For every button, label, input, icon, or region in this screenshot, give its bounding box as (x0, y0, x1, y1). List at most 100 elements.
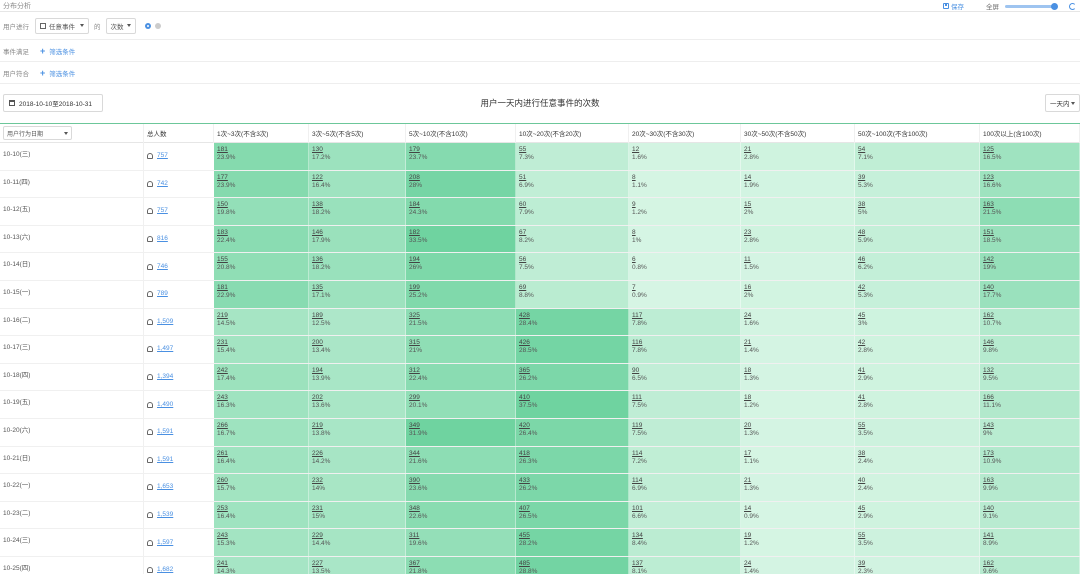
bucket-count-link[interactable]: 253 (217, 505, 308, 513)
bucket-count-link[interactable]: 200 (312, 339, 405, 347)
add-user-condition-button[interactable]: + 筛选条件 (40, 68, 75, 78)
bucket-count-link[interactable]: 17 (744, 450, 854, 458)
total-users-link[interactable]: 1,682 (157, 566, 173, 574)
bucket-count-link[interactable]: 135 (312, 284, 405, 292)
bucket-count-link[interactable]: 311 (409, 532, 515, 540)
column-header[interactable]: 100次以上(含100次) (980, 123, 1080, 143)
bucket-count-link[interactable]: 226 (312, 450, 405, 458)
bucket-count-link[interactable]: 194 (312, 367, 405, 375)
bucket-count-link[interactable]: 51 (519, 174, 628, 182)
total-users-link[interactable]: 1,509 (157, 318, 173, 326)
bucket-count-link[interactable]: 189 (312, 312, 405, 320)
event-select[interactable]: 任意事件 (35, 17, 89, 34)
column-header[interactable]: 5次~10次(不含10次) (406, 123, 516, 143)
bucket-count-link[interactable]: 119 (632, 422, 740, 430)
bucket-count-link[interactable]: 123 (983, 174, 1079, 182)
bucket-count-link[interactable]: 41 (858, 367, 979, 375)
bucket-count-link[interactable]: 90 (632, 367, 740, 375)
bucket-count-link[interactable]: 146 (983, 339, 1079, 347)
bucket-count-link[interactable]: 20 (744, 422, 854, 430)
bucket-count-link[interactable]: 151 (983, 229, 1079, 237)
bucket-count-link[interactable]: 420 (519, 422, 628, 430)
bucket-count-link[interactable]: 162 (983, 560, 1079, 568)
bucket-count-link[interactable]: 418 (519, 450, 628, 458)
bucket-count-link[interactable]: 39 (858, 560, 979, 568)
bucket-count-link[interactable]: 455 (519, 532, 628, 540)
bucket-count-link[interactable]: 349 (409, 422, 515, 430)
bucket-count-link[interactable]: 184 (409, 201, 515, 209)
bucket-count-link[interactable]: 163 (983, 477, 1079, 485)
bucket-count-link[interactable]: 14 (744, 174, 854, 182)
bucket-count-link[interactable]: 231 (217, 339, 308, 347)
total-users-link[interactable]: 1,591 (157, 428, 173, 436)
bucket-count-link[interactable]: 232 (312, 477, 405, 485)
total-users-link[interactable]: 1,490 (157, 401, 173, 409)
bucket-count-link[interactable]: 181 (217, 284, 308, 292)
bucket-count-link[interactable]: 260 (217, 477, 308, 485)
bucket-count-link[interactable]: 315 (409, 339, 515, 347)
total-users-link[interactable]: 1,597 (157, 539, 173, 547)
add-event-condition-button[interactable]: + 筛选条件 (40, 46, 75, 56)
bucket-count-link[interactable]: 56 (519, 256, 628, 264)
bucket-count-link[interactable]: 18 (744, 394, 854, 402)
bucket-count-link[interactable]: 426 (519, 339, 628, 347)
bucket-count-link[interactable]: 14 (744, 505, 854, 513)
bucket-count-link[interactable]: 101 (632, 505, 740, 513)
bucket-count-link[interactable]: 125 (983, 146, 1079, 154)
bucket-count-link[interactable]: 202 (312, 394, 405, 402)
bucket-count-link[interactable]: 166 (983, 394, 1079, 402)
bucket-count-link[interactable]: 163 (983, 201, 1079, 209)
column-header[interactable]: 3次~5次(不含5次) (309, 123, 406, 143)
bucket-count-link[interactable]: 130 (312, 146, 405, 154)
bucket-count-link[interactable]: 433 (519, 477, 628, 485)
bucket-count-link[interactable]: 136 (312, 256, 405, 264)
bucket-count-link[interactable]: 7 (632, 284, 740, 292)
bucket-count-link[interactable]: 140 (983, 284, 1079, 292)
bucket-count-link[interactable]: 67 (519, 229, 628, 237)
bucket-count-link[interactable]: 45 (858, 312, 979, 320)
bucket-count-link[interactable]: 122 (312, 174, 405, 182)
zoom-slider[interactable] (1005, 2, 1058, 10)
bucket-count-link[interactable]: 162 (983, 312, 1079, 320)
bucket-count-link[interactable]: 229 (312, 532, 405, 540)
bucket-count-link[interactable]: 45 (858, 505, 979, 513)
dimension-select[interactable]: 用户行为日期 (3, 126, 72, 140)
bucket-count-link[interactable]: 367 (409, 560, 515, 568)
bucket-count-link[interactable]: 16 (744, 284, 854, 292)
total-users-link[interactable]: 1,497 (157, 345, 173, 353)
measure-select[interactable]: 次数 (105, 17, 136, 34)
bucket-count-link[interactable]: 19 (744, 532, 854, 540)
bucket-count-link[interactable]: 299 (409, 394, 515, 402)
help-icon[interactable] (154, 22, 161, 29)
bucket-count-link[interactable]: 55 (519, 146, 628, 154)
column-header[interactable]: 50次~100次(不含100次) (855, 123, 980, 143)
bucket-count-link[interactable]: 261 (217, 450, 308, 458)
bucket-count-link[interactable]: 410 (519, 394, 628, 402)
bucket-count-link[interactable]: 390 (409, 477, 515, 485)
bucket-count-link[interactable]: 12 (632, 146, 740, 154)
bucket-count-link[interactable]: 194 (409, 256, 515, 264)
bucket-count-link[interactable]: 266 (217, 422, 308, 430)
bucket-count-link[interactable]: 40 (858, 477, 979, 485)
column-header[interactable]: 30次~50次(不含50次) (741, 123, 855, 143)
bucket-count-link[interactable]: 242 (217, 367, 308, 375)
total-users-link[interactable]: 816 (157, 235, 168, 243)
bucket-count-link[interactable]: 231 (312, 505, 405, 513)
zoom-slider-handle[interactable] (1051, 2, 1058, 10)
bucket-count-link[interactable]: 69 (519, 284, 628, 292)
bucket-count-link[interactable]: 141 (983, 532, 1079, 540)
bucket-count-link[interactable]: 485 (519, 560, 628, 568)
bucket-count-link[interactable]: 54 (858, 146, 979, 154)
bucket-count-link[interactable]: 48 (858, 229, 979, 237)
bucket-count-link[interactable]: 117 (632, 312, 740, 320)
bucket-count-link[interactable]: 312 (409, 367, 515, 375)
bucket-count-link[interactable]: 11 (744, 256, 854, 264)
bucket-count-link[interactable]: 111 (632, 394, 740, 402)
bucket-count-link[interactable]: 243 (217, 532, 308, 540)
bucket-count-link[interactable]: 114 (632, 450, 740, 458)
bucket-count-link[interactable]: 137 (632, 560, 740, 568)
bucket-count-link[interactable]: 177 (217, 174, 308, 182)
bucket-count-link[interactable]: 344 (409, 450, 515, 458)
bucket-count-link[interactable]: 183 (217, 229, 308, 237)
bucket-count-link[interactable]: 348 (409, 505, 515, 513)
